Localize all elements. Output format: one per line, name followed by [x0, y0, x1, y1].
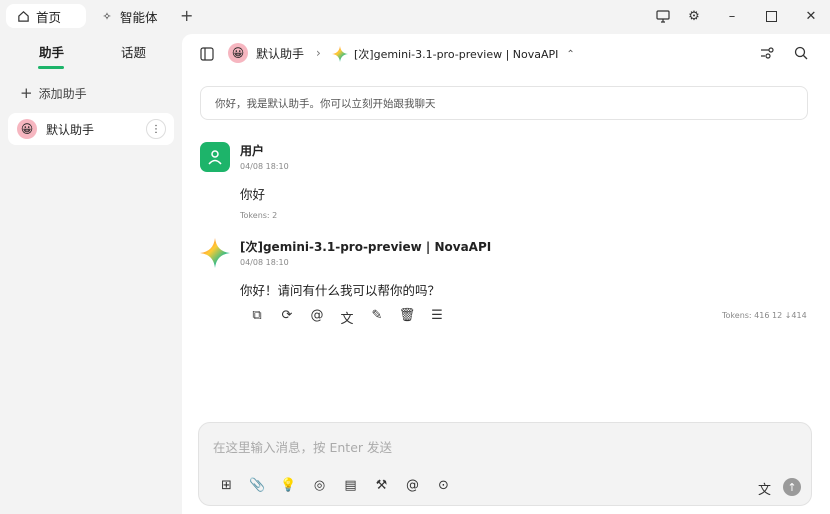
message-input-box[interactable]: 在这里输入消息，按 Enter 发送 ⊞ 📎 💡 ◎ ▤ ⚒ @ ⊙ 文 ↑ [198, 422, 812, 506]
tab-assistants[interactable]: 助手 [39, 42, 64, 61]
tools-hammer-icon[interactable]: ⚒ [366, 478, 397, 493]
close-icon[interactable]: ✕ [803, 8, 819, 24]
sidebar: 助手 话题 + 添加助手 😀 默认助手 ⋮ [0, 30, 182, 514]
tab-topics[interactable]: 话题 [121, 42, 146, 61]
gemini-star-icon [332, 46, 348, 62]
filter-settings-icon[interactable] [760, 46, 774, 60]
delete-icon[interactable]: 🗑 [392, 308, 422, 327]
add-assistant-label: 添加助手 [38, 86, 87, 101]
add-assistant-button[interactable]: + 添加助手 [20, 84, 87, 102]
welcome-notice: 你好，我是默认助手。你可以立刻开始跟我聊天 [200, 86, 808, 120]
active-tab-indicator [38, 66, 64, 69]
assistant-breadcrumb-label: 默认助手 [256, 46, 305, 61]
send-button[interactable]: ↑ [783, 478, 801, 496]
chevron-right-icon: › [316, 46, 321, 60]
web-search-globe-icon[interactable]: ◎ [304, 478, 335, 493]
maximize-icon[interactable] [763, 8, 779, 24]
message-time: 04/08 18:10 [240, 162, 289, 171]
model-selector[interactable]: [次]gemini-3.1-pro-preview | NovaAPI ⌃ [332, 46, 575, 62]
message-user: 用户 04/08 18:10 你好 Tokens: 2 [200, 142, 800, 222]
tab-agents-label: 智能体 [120, 9, 158, 25]
message-time: 04/08 18:10 [240, 258, 289, 267]
input-toolbar: ⊞ 📎 💡 ◎ ▤ ⚒ @ ⊙ [211, 478, 459, 493]
message-author: [次]gemini-3.1-pro-preview | NovaAPI [240, 240, 492, 254]
thinking-bulb-icon[interactable]: 💡 [273, 478, 304, 493]
new-topic-icon[interactable]: ⊞ [211, 478, 242, 493]
tab-home[interactable]: 首页 [6, 4, 86, 28]
assistant-breadcrumb[interactable]: 😀 默认助手 › [228, 43, 321, 63]
title-bar: 首页 ✧ 智能体 + ⚙ – ✕ [0, 0, 830, 30]
minimize-icon[interactable]: – [724, 8, 740, 24]
monitor-icon[interactable] [655, 8, 671, 24]
user-avatar-icon [200, 142, 230, 172]
settings-gear-icon[interactable]: ⚙ [686, 8, 702, 24]
tab-agents[interactable]: ✧ 智能体 [100, 4, 158, 28]
message-tokens: Tokens: 416 12 ↓414 [722, 311, 807, 320]
assistant-name: 默认助手 [46, 122, 95, 137]
knowledge-file-icon[interactable]: ▤ [335, 478, 366, 493]
tab-home-label: 首页 [36, 9, 62, 25]
model-name: [次]gemini-3.1-pro-preview | NovaAPI [354, 48, 559, 61]
expand-chevron-icon[interactable]: ⊙ [428, 478, 459, 493]
home-icon [16, 9, 30, 23]
avatar: 😀 [17, 119, 37, 139]
avatar: 😀 [228, 43, 248, 63]
message-actions: ⧉ ⟳ @ 文 ✎ 🗑 ☰ [242, 308, 452, 327]
regenerate-icon[interactable]: ⟳ [272, 308, 302, 327]
chat-main: 😀 默认助手 › [次]gemini-3.1-pro-preview | Nov… [182, 34, 830, 514]
copy-icon[interactable]: ⧉ [242, 308, 272, 327]
edit-icon[interactable]: ✎ [362, 308, 392, 327]
gemini-star-icon [200, 238, 230, 268]
translate-icon[interactable]: 文 [332, 308, 362, 327]
attachment-icon[interactable]: 📎 [242, 478, 273, 493]
message-content: 你好！请问有什么我可以帮你的吗？ [240, 283, 441, 298]
search-icon[interactable] [794, 46, 808, 60]
sidebar-toggle-icon[interactable] [200, 47, 214, 61]
sparkle-icon: ✧ [102, 9, 112, 23]
message-tokens: Tokens: 2 [240, 211, 278, 220]
add-tab-button[interactable]: + [180, 6, 193, 25]
mention-icon[interactable]: @ [302, 308, 332, 327]
mention-model-icon[interactable]: @ [397, 478, 428, 493]
menu-icon[interactable]: ☰ [422, 308, 452, 327]
translate-icon[interactable]: 文 [758, 479, 771, 498]
message-author: 用户 [240, 144, 265, 158]
chat-header: 😀 默认助手 › [次]gemini-3.1-pro-preview | Nov… [182, 34, 830, 74]
message-input[interactable]: 在这里输入消息，按 Enter 发送 [213, 437, 392, 456]
plus-icon: + [20, 84, 33, 102]
message-content: 你好 [240, 187, 266, 202]
more-options-icon[interactable]: ⋮ [146, 119, 166, 139]
chevron-updown-icon: ⌃ [566, 48, 575, 60]
sidebar-item-default-assistant[interactable]: 😀 默认助手 ⋮ [8, 113, 174, 145]
